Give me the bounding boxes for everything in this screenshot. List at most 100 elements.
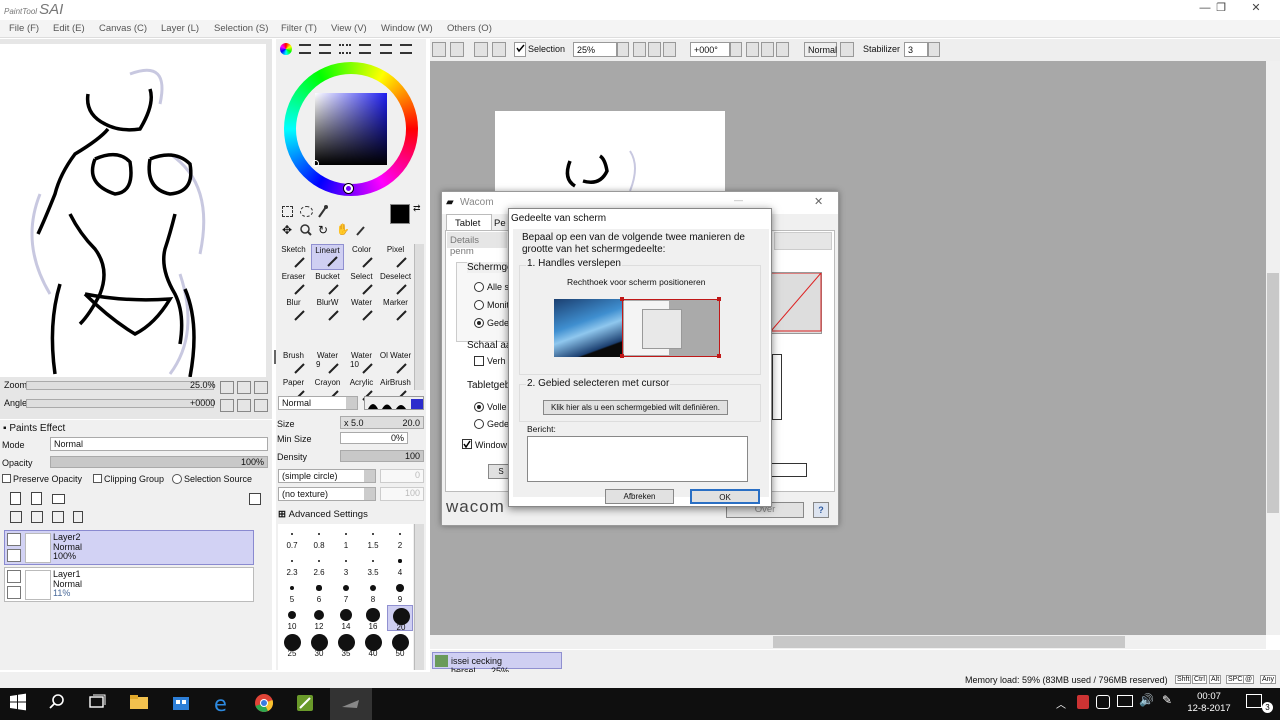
clear-layer-icon[interactable] bbox=[52, 511, 64, 523]
zoom-field[interactable]: 25% bbox=[573, 42, 617, 57]
brush-size-cell[interactable]: 3.5 bbox=[360, 551, 386, 577]
selection-rectangle[interactable] bbox=[622, 299, 720, 357]
radio-portion[interactable] bbox=[474, 318, 484, 328]
eye-icon[interactable] bbox=[7, 570, 21, 583]
brush-size-cell[interactable]: 3 bbox=[333, 551, 359, 577]
menu-canvas[interactable]: Canvas (C) bbox=[99, 23, 147, 34]
sai-taskbar-icon[interactable] bbox=[294, 692, 318, 716]
layer-options-icon[interactable] bbox=[249, 493, 261, 505]
rotate-reset-button[interactable] bbox=[776, 42, 789, 57]
brush-size-cell[interactable]: 50 bbox=[387, 632, 413, 658]
wacom-minimize-button[interactable]: — bbox=[734, 195, 743, 205]
nav-zoom-reset-button[interactable] bbox=[254, 381, 268, 394]
antivirus-tray-icon[interactable] bbox=[1077, 695, 1089, 709]
radio-all-screens[interactable] bbox=[474, 282, 484, 292]
tool-blur[interactable]: Blur bbox=[277, 297, 310, 323]
tool-water[interactable]: Water bbox=[345, 297, 378, 323]
deselect-tool-button[interactable] bbox=[432, 42, 446, 57]
merge-down-icon[interactable] bbox=[31, 511, 43, 523]
vertical-scrollbar[interactable] bbox=[1266, 61, 1280, 635]
chrome-icon[interactable] bbox=[253, 692, 277, 716]
brush-size-cell[interactable]: 0.8 bbox=[306, 524, 332, 550]
handle-top-left[interactable] bbox=[620, 297, 624, 301]
ok-button[interactable]: OK bbox=[690, 489, 760, 504]
move-icon[interactable]: ✥ bbox=[282, 224, 294, 236]
scale-checkbox[interactable] bbox=[474, 356, 484, 366]
density-slider[interactable]: 100 bbox=[340, 450, 424, 462]
tool-brush[interactable]: Brush bbox=[277, 350, 310, 376]
brush-size-cell[interactable]: 25 bbox=[279, 632, 305, 658]
size-slider[interactable]: x 5.0 20.0 bbox=[340, 416, 424, 429]
handle-bottom-left[interactable] bbox=[620, 354, 624, 358]
paints-effect-header[interactable]: ▪ Paints Effect bbox=[3, 423, 65, 434]
handle-bottom-right[interactable] bbox=[717, 354, 721, 358]
new-linework-layer-icon[interactable] bbox=[31, 492, 42, 505]
nav-rotate-reset-button[interactable] bbox=[254, 399, 268, 412]
brush-size-cell[interactable]: 35 bbox=[333, 632, 359, 658]
preserve-opacity-checkbox[interactable] bbox=[2, 474, 11, 483]
zoom-out-button[interactable] bbox=[492, 42, 506, 57]
notification-icon[interactable] bbox=[1246, 694, 1262, 708]
clock[interactable]: 00:07 12-8-2017 bbox=[1186, 691, 1232, 715]
foreground-color-swatch[interactable] bbox=[390, 204, 410, 224]
radio-full-tablet[interactable] bbox=[474, 402, 484, 412]
brush-size-cell[interactable]: 5 bbox=[279, 578, 305, 604]
stabilizer-dropdown-icon[interactable] bbox=[928, 42, 940, 57]
cancel-button[interactable]: Afbreken bbox=[605, 489, 674, 504]
navigator-preview[interactable] bbox=[0, 44, 266, 377]
radio-monitor[interactable] bbox=[474, 300, 484, 310]
scratchpad-tab-icon[interactable] bbox=[359, 44, 371, 54]
new-layer-icon[interactable] bbox=[10, 492, 21, 505]
brush-size-cell[interactable]: 16 bbox=[360, 605, 386, 631]
tool-marker[interactable]: Marker bbox=[379, 297, 412, 323]
menu-selection[interactable]: Selection (S) bbox=[214, 23, 268, 34]
tool-water[interactable]: Water 9 bbox=[311, 350, 344, 376]
close-button[interactable]: ✕ bbox=[1240, 0, 1272, 18]
mixer-tab-icon[interactable] bbox=[380, 44, 392, 54]
edge-icon[interactable]: e bbox=[212, 692, 236, 716]
texture-strength-field[interactable]: 100 bbox=[380, 487, 424, 501]
magic-wand-icon[interactable] bbox=[318, 204, 328, 218]
details-button[interactable] bbox=[774, 232, 832, 250]
layer-row[interactable]: Layer1 Normal 11% bbox=[4, 567, 254, 602]
default-button[interactable] bbox=[769, 463, 807, 477]
color-cursor[interactable] bbox=[312, 160, 319, 167]
horizontal-scrollbar[interactable] bbox=[430, 635, 1266, 649]
vertical-scroll-thumb[interactable] bbox=[1267, 273, 1279, 513]
task-view-icon[interactable] bbox=[87, 692, 111, 716]
restore-button[interactable]: ❐ bbox=[1205, 0, 1237, 18]
flip-button[interactable] bbox=[840, 42, 854, 57]
opacity-slider[interactable]: 100% bbox=[50, 456, 268, 468]
network-icon[interactable] bbox=[1117, 695, 1133, 707]
tool-blurw[interactable]: BlurW bbox=[311, 297, 344, 323]
layer-row[interactable]: Layer2 Normal 100% bbox=[4, 530, 254, 565]
zoom-slider[interactable] bbox=[26, 381, 214, 390]
brush-size-cell[interactable]: 14 bbox=[333, 605, 359, 631]
brush-size-scrollbar[interactable] bbox=[414, 524, 424, 670]
brush-size-cell[interactable]: 12 bbox=[306, 605, 332, 631]
angle-slider[interactable] bbox=[26, 399, 214, 408]
texture-select[interactable]: (no texture) bbox=[278, 487, 376, 501]
rect-select-icon[interactable] bbox=[282, 206, 293, 217]
tool-sketch[interactable]: Sketch bbox=[277, 244, 310, 270]
eyedropper-icon[interactable] bbox=[355, 224, 367, 236]
help-icon[interactable]: ? bbox=[813, 502, 829, 518]
menu-view[interactable]: View (V) bbox=[331, 23, 367, 34]
brush-size-cell[interactable]: 4 bbox=[387, 551, 413, 577]
chevron-down-icon[interactable] bbox=[364, 488, 375, 500]
file-explorer-icon[interactable] bbox=[128, 692, 152, 716]
windows-start-icon[interactable] bbox=[8, 692, 32, 716]
brush-size-cell[interactable]: 7 bbox=[333, 578, 359, 604]
tool-color[interactable]: Color bbox=[345, 244, 378, 270]
tool-lineart[interactable]: Lineart bbox=[311, 244, 344, 270]
zoom-dropdown-icon[interactable] bbox=[617, 42, 629, 57]
rotate-left-button[interactable] bbox=[746, 42, 759, 57]
horizontal-scroll-thumb[interactable] bbox=[773, 636, 1125, 648]
brush-size-cell[interactable]: 2.3 bbox=[279, 551, 305, 577]
brush-size-cell[interactable]: 40 bbox=[360, 632, 386, 658]
menu-edit[interactable]: Edit (E) bbox=[53, 23, 85, 34]
nav-zoom-in-button[interactable] bbox=[237, 381, 251, 394]
windows-ink-checkbox[interactable] bbox=[462, 439, 472, 449]
selection-source-radio[interactable] bbox=[172, 474, 182, 484]
brush-size-cell[interactable]: 2 bbox=[387, 524, 413, 550]
